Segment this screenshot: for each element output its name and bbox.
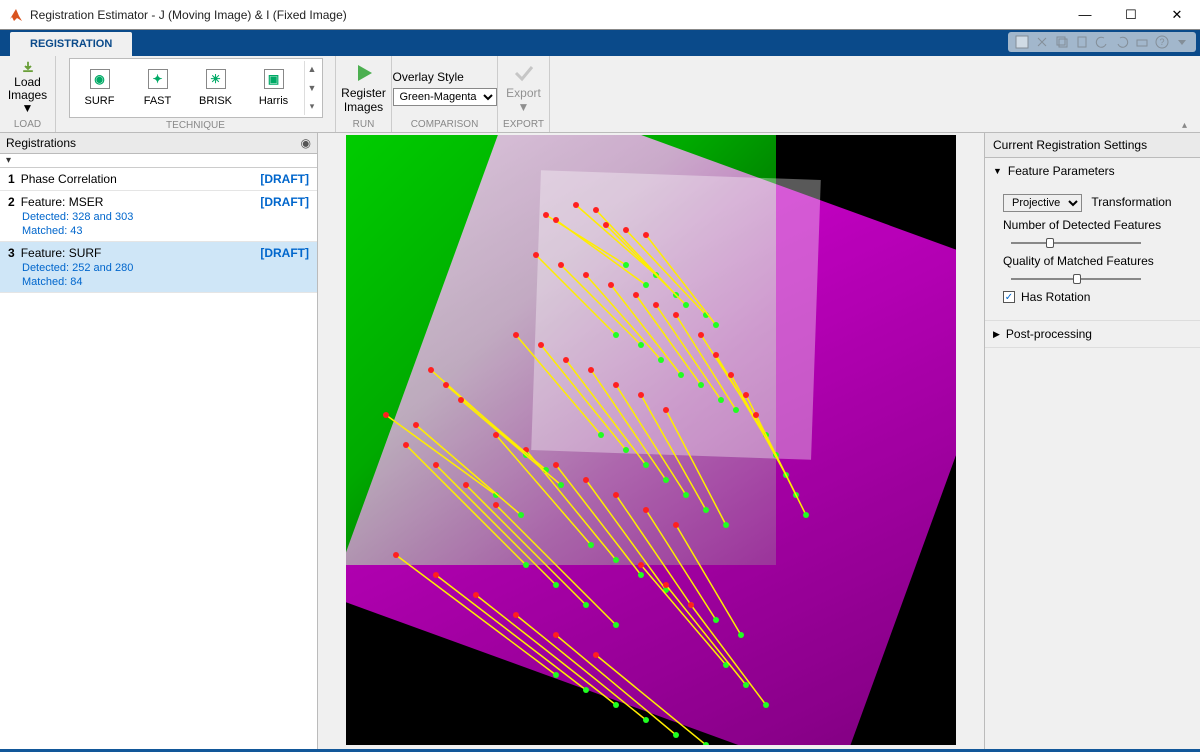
tab-registration[interactable]: REGISTRATION [10,32,132,56]
num-detected-slider[interactable] [1011,238,1141,248]
image-viewer[interactable] [318,133,984,749]
cut-icon[interactable] [1034,34,1050,50]
options-dropdown-icon[interactable] [1174,34,1190,50]
num-detected-label: Number of Detected Features [1003,218,1190,232]
ribbon: Load Images ▼ LOAD ◉ SURF ✦ FAST ☀ BRISK [0,56,1200,133]
transformation-label: Transformation [1091,195,1171,209]
technique-brisk[interactable]: ☀ BRISK [188,61,244,115]
gallery-up-icon[interactable]: ▲ [305,61,320,78]
overlay-style-label: Overlay Style [393,70,464,84]
help-icon[interactable]: ? [1154,34,1170,50]
collapse-ribbon-icon[interactable]: ▴ [1182,120,1196,130]
has-rotation-checkbox[interactable]: ✓ [1003,291,1015,303]
tabstrip: REGISTRATION ? [0,30,1200,56]
quality-matched-label: Quality of Matched Features [1003,254,1190,268]
registration-item-3[interactable]: 3 Feature: SURF [DRAFT] Detected: 252 an… [0,242,317,293]
chevron-down-icon: ▼ [993,166,1002,176]
fast-icon: ✦ [148,69,168,89]
technique-harris[interactable]: ▣ Harris [246,61,302,115]
has-rotation-label: Has Rotation [1021,290,1090,304]
save-icon[interactable] [1014,34,1030,50]
registration-item-1[interactable]: 1 Phase Correlation [DRAFT] [0,168,317,191]
feature-matches [346,135,956,745]
brisk-icon: ☀ [206,69,226,89]
titlebar: Registration Estimator - J (Moving Image… [0,0,1200,30]
settings-header: Current Registration Settings [985,133,1200,158]
load-images-button[interactable]: Load Images ▼ [3,59,53,117]
gallery-down-icon[interactable]: ▼ [305,80,320,97]
technique-gallery: ◉ SURF ✦ FAST ☀ BRISK ▣ Harris ▲ ▼ [69,58,323,118]
redo-icon[interactable] [1114,34,1130,50]
harris-icon: ▣ [264,69,284,89]
surf-icon: ◉ [90,69,110,89]
settings-panel: Current Registration Settings ▼ Feature … [984,133,1200,749]
post-processing-section[interactable]: ▶ Post-processing [985,321,1200,347]
quick-access-toolbar: ? [1008,32,1196,52]
registrations-panel: Registrations ◉ ▾ 1 Phase Correlation [D… [0,133,318,749]
download-icon [16,60,40,74]
close-button[interactable]: ✕ [1154,0,1200,30]
paste-icon[interactable] [1074,34,1090,50]
technique-surf[interactable]: ◉ SURF [72,61,128,115]
gallery-expand-icon[interactable]: ▾ [305,98,320,115]
window-title: Registration Estimator - J (Moving Image… [30,8,1062,22]
feature-parameters-section[interactable]: ▼ Feature Parameters [985,158,1200,184]
panel-collapse-toggle[interactable]: ▾ [0,154,317,168]
chevron-right-icon: ▶ [993,329,1000,340]
print-icon[interactable] [1134,34,1150,50]
registrations-header-label: Registrations [6,136,76,150]
register-images-button[interactable]: Register Images [339,59,389,117]
transformation-select[interactable]: Projective [1003,194,1082,212]
panel-options-icon[interactable]: ◉ [301,136,311,150]
technique-fast[interactable]: ✦ FAST [130,61,186,115]
overlay-style-select[interactable]: Green-Magenta [393,88,497,106]
check-icon [512,61,536,85]
play-icon [352,61,376,85]
copy-icon[interactable] [1054,34,1070,50]
quality-matched-slider[interactable] [1011,274,1141,284]
minimize-button[interactable]: — [1062,0,1108,30]
matlab-icon [8,7,24,23]
maximize-button[interactable]: ☐ [1108,0,1154,30]
registration-item-2[interactable]: 2 Feature: MSER [DRAFT] Detected: 328 an… [0,191,317,242]
export-button[interactable]: Export ▼ [499,59,549,117]
undo-icon[interactable] [1094,34,1110,50]
svg-text:?: ? [1159,37,1164,47]
